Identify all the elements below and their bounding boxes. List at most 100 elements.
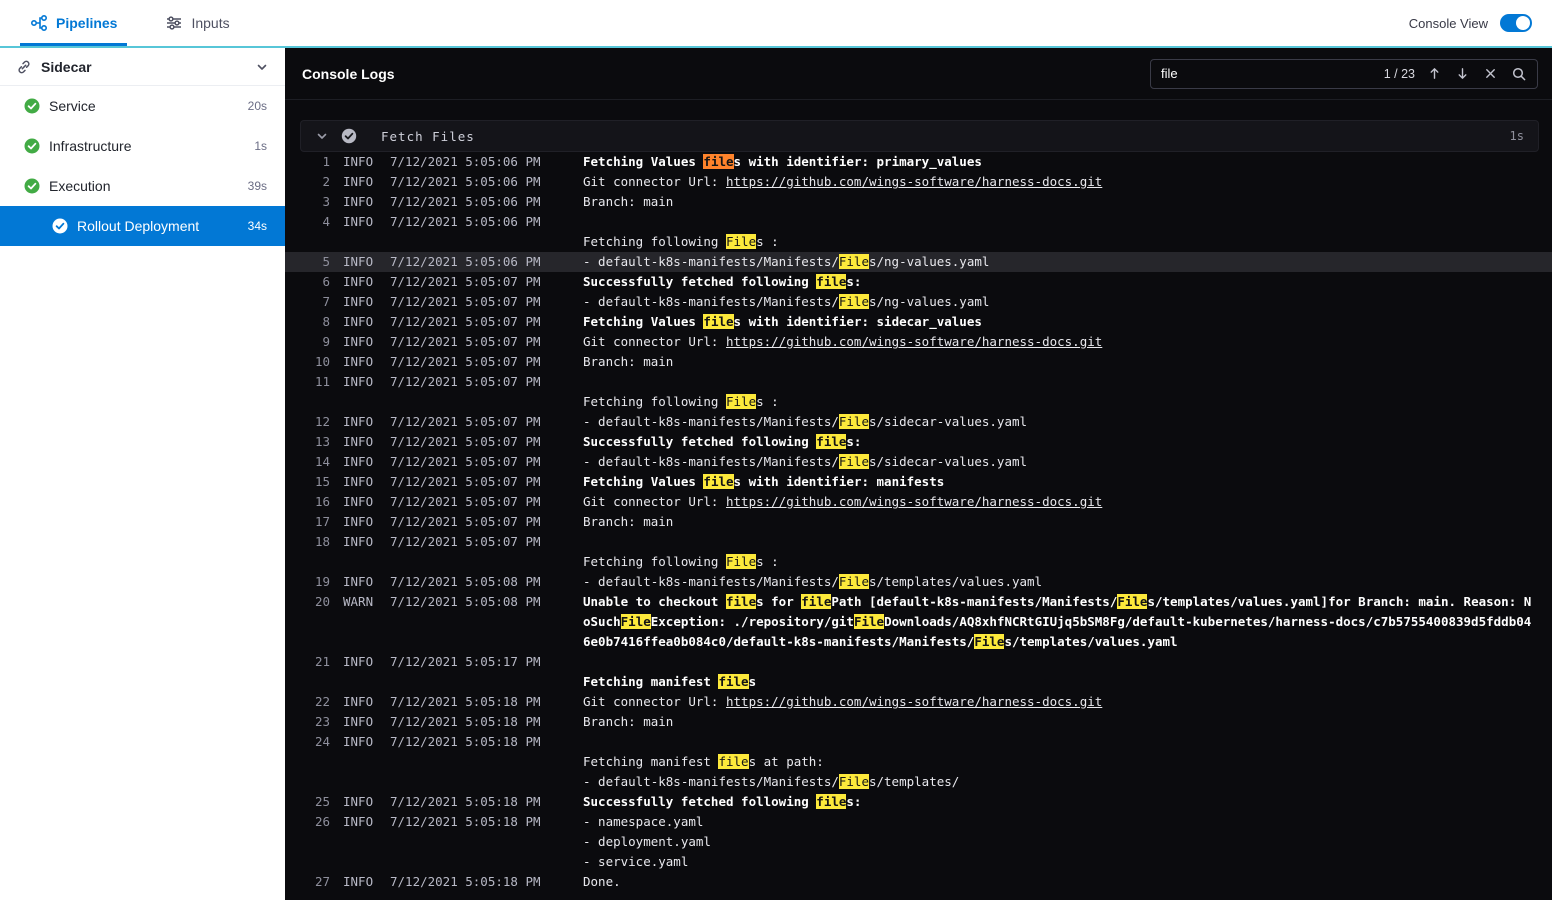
search-match: file (816, 274, 847, 289)
log-line-number: 14 (314, 454, 330, 469)
log-message: Fetching Values files with identifier: m… (583, 474, 945, 489)
log-line: 17 INFO 7/12/2021 5:05:07 PM Branch: main (285, 512, 1552, 532)
log-level: INFO (343, 194, 374, 209)
log-timestamp (390, 772, 542, 792)
log-timestamp: 7/12/2021 5:05:08 PM (390, 594, 541, 609)
search-close-icon[interactable] (1482, 65, 1499, 82)
log-line: 6 INFO 7/12/2021 5:05:07 PM Successfully fe… (285, 272, 1552, 292)
search-match: File (1117, 594, 1148, 609)
tab-inputs[interactable]: Inputs (147, 0, 247, 46)
stage-header[interactable]: Sidecar (0, 48, 285, 86)
log-level: INFO (343, 574, 374, 589)
log-message: - service.yaml (583, 854, 689, 869)
search-match: File (853, 614, 885, 629)
log-level: INFO (343, 414, 374, 429)
console-view-label: Console View (1408, 15, 1488, 31)
tab-inputs-label: Inputs (191, 15, 230, 31)
chevron-down-icon[interactable] (315, 129, 329, 143)
search-next-icon[interactable] (1454, 65, 1471, 82)
log-line: Fetching following Files : (285, 232, 1552, 252)
log-line: 14 INFO 7/12/2021 5:05:07 PM - default-k8s-… (285, 452, 1552, 472)
log-line: 16 INFO 7/12/2021 5:05:07 PM Git connector … (285, 492, 1552, 512)
log-message: - default-k8s-manifests/Manifests/Files/… (583, 454, 1028, 469)
stage-link-icon (16, 59, 32, 75)
log-message: Fetching following Files : (583, 394, 779, 409)
log-link[interactable]: https://github.com/wings-software/harnes… (726, 694, 1102, 709)
search-match: File (726, 554, 757, 569)
log-panel: Fetch Files 1s 1 INFO 7/12/2021 5:05:06 PM… (285, 100, 1552, 900)
log-line-number: 12 (314, 414, 330, 429)
console-panel: Console Logs 1 / 23 F (285, 48, 1552, 900)
step-duration: 34s (247, 219, 267, 233)
log-timestamp (390, 672, 542, 692)
search-match: file (726, 594, 757, 609)
sidebar-item-execution[interactable]: Execution 39s (0, 166, 285, 206)
log-link[interactable]: https://github.com/wings-software/harnes… (726, 174, 1102, 189)
log-line: 8 INFO 7/12/2021 5:05:07 PM Fetching Values… (285, 312, 1552, 332)
log-timestamp: 7/12/2021 5:05:17 PM (390, 654, 541, 669)
log-line: 24 INFO 7/12/2021 5:05:18 PM (285, 732, 1552, 752)
log-timestamp: 7/12/2021 5:05:06 PM (390, 194, 541, 209)
log-message (583, 732, 1535, 752)
sidebar-item-service[interactable]: Service 20s (0, 86, 285, 126)
log-line-number: 9 (322, 334, 330, 349)
log-timestamp: 7/12/2021 5:05:07 PM (390, 414, 541, 429)
log-link[interactable]: https://github.com/wings-software/harnes… (726, 494, 1102, 509)
log-message: Branch: main (583, 514, 674, 529)
chevron-down-icon[interactable] (255, 60, 269, 74)
log-timestamp: 7/12/2021 5:05:07 PM (390, 434, 541, 449)
log-link[interactable]: https://github.com/wings-software/harnes… (726, 334, 1102, 349)
log-timestamp: 7/12/2021 5:05:07 PM (390, 534, 541, 549)
log-level: INFO (343, 354, 374, 369)
log-line-number (300, 552, 330, 572)
tab-pipelines[interactable]: Pipelines (12, 0, 135, 46)
log-search-input[interactable] (1161, 66, 1373, 81)
step-label: Execution (49, 178, 111, 194)
console-view-toggle[interactable] (1500, 14, 1532, 32)
log-line: 23 INFO 7/12/2021 5:05:18 PM Branch: main (285, 712, 1552, 732)
log-timestamp: 7/12/2021 5:05:18 PM (390, 734, 541, 749)
search-match: File (974, 634, 1005, 649)
step-duration: 20s (247, 99, 267, 113)
log-message: Branch: main (583, 194, 674, 209)
log-line-number: 16 (314, 494, 330, 509)
log-line-number: 24 (314, 734, 330, 749)
inputs-icon (165, 14, 183, 32)
log-line: 7 INFO 7/12/2021 5:05:07 PM - default-k8s-m… (285, 292, 1552, 312)
search-prev-icon[interactable] (1426, 65, 1443, 82)
log-timestamp: 7/12/2021 5:05:07 PM (390, 314, 541, 329)
sidebar-item-infrastructure[interactable]: Infrastructure 1s (0, 126, 285, 166)
log-line-number (300, 392, 330, 412)
log-search-box: 1 / 23 (1150, 58, 1538, 89)
log-section-header[interactable]: Fetch Files 1s (300, 120, 1539, 152)
step-duration: 1s (254, 139, 267, 153)
log-message: Successfully fetched following files: (583, 434, 862, 449)
log-line-number: 20 (314, 594, 330, 609)
step-duration: 39s (247, 179, 267, 193)
log-line-number: 11 (314, 374, 330, 389)
log-message: - namespace.yaml (583, 814, 704, 829)
log-line-number (300, 852, 330, 872)
log-line-number: 2 (322, 174, 330, 189)
log-message: Fetching following Files : (583, 234, 779, 249)
log-line-number: 23 (314, 714, 330, 729)
section-duration: 1s (1509, 129, 1524, 143)
log-message: - default-k8s-manifests/Manifests/Files/… (583, 294, 990, 309)
log-line-number (300, 832, 330, 852)
log-message: Git connector Url: https://github.com/wi… (583, 694, 1103, 709)
search-match: file (801, 594, 832, 609)
search-icon[interactable] (1510, 65, 1527, 82)
step-success-icon (341, 128, 357, 144)
log-line-number (300, 772, 330, 792)
log-line: - deployment.yaml (285, 832, 1552, 852)
log-line-number: 17 (314, 514, 330, 529)
sidebar-item-rollout-deployment[interactable]: Rollout Deployment 34s (0, 206, 285, 246)
log-timestamp: 7/12/2021 5:05:07 PM (390, 514, 541, 529)
log-line-number: 4 (322, 214, 330, 229)
log-line: - default-k8s-manifests/Manifests/Files/… (285, 772, 1552, 792)
stage-steps: Service 20s Infrastructure 1s Execution 39s Ro… (0, 86, 285, 246)
log-line: 20 WARN 7/12/2021 5:05:08 PM Unable to chec… (285, 592, 1552, 652)
log-message: Unable to checkout files for filePath [d… (583, 594, 1532, 649)
log-timestamp: 7/12/2021 5:05:06 PM (390, 214, 541, 229)
log-level (343, 392, 382, 412)
